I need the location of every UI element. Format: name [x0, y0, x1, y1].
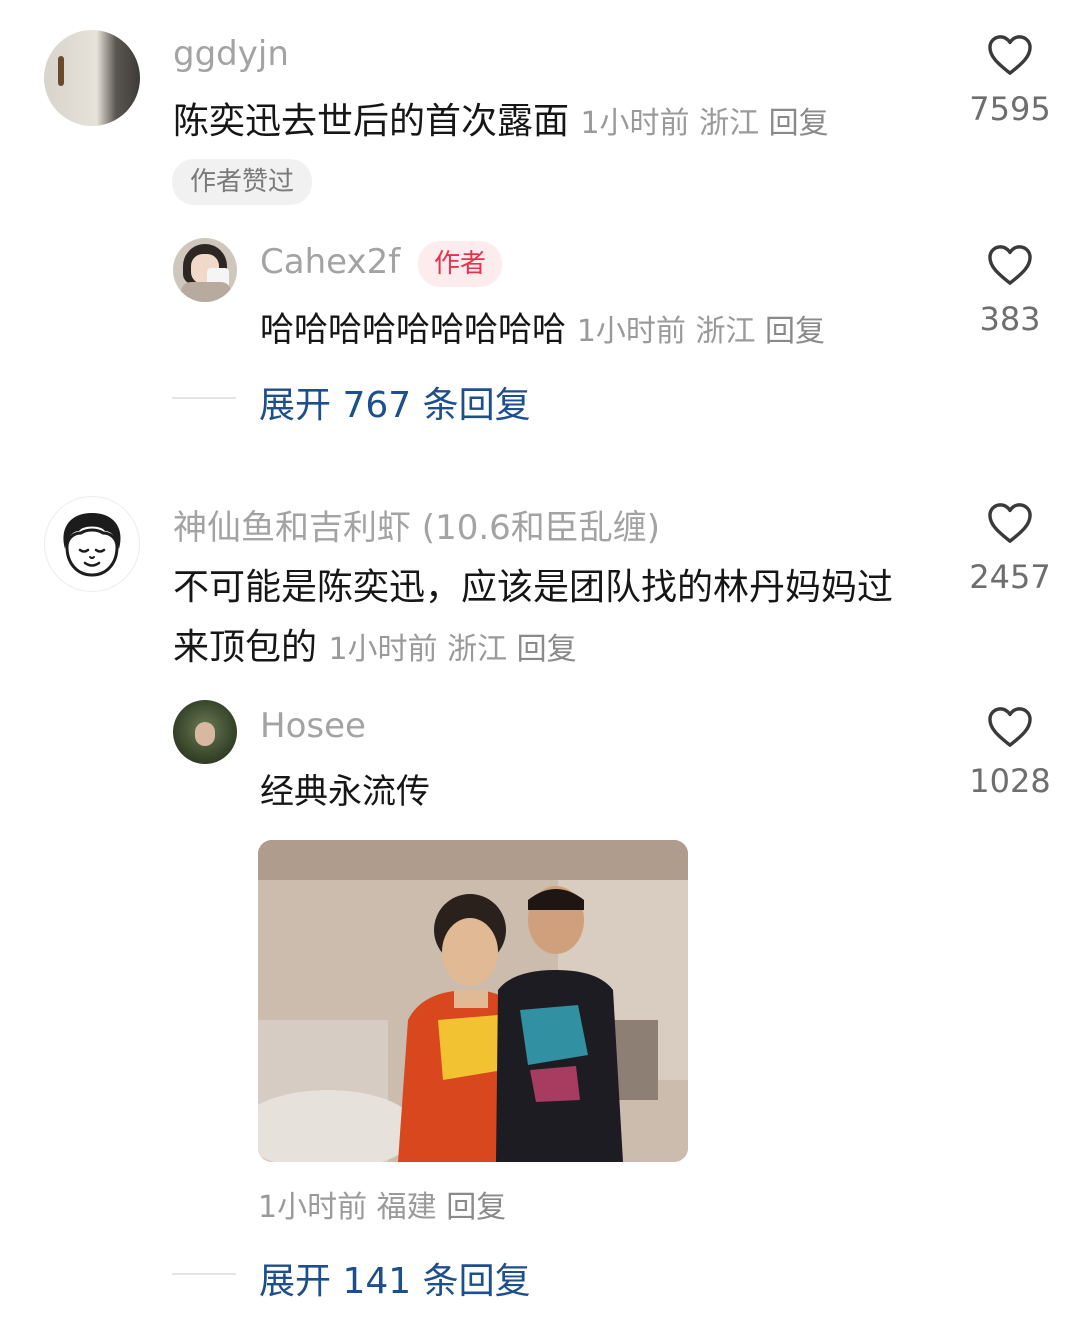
username[interactable]: ggdyjn: [173, 34, 289, 74]
comment-time: 1小时前: [258, 1190, 368, 1225]
avatar[interactable]: [44, 496, 140, 592]
expand-replies-link[interactable]: 展开 767 条回复: [259, 376, 531, 428]
comment-body: 陈奕迅去世后的首次露面: [173, 101, 570, 142]
like-count: 1028: [969, 762, 1051, 800]
comment-meta: 1小时前 浙江 回复: [577, 314, 825, 349]
comment-text-line: 不可能是陈奕迅，应该是团队找的林丹妈妈过: [173, 567, 894, 608]
reply-button[interactable]: 回复: [769, 106, 829, 141]
photo-two-men-icon: [258, 840, 688, 1162]
comment-meta: 1小时前 浙江 回复: [580, 106, 828, 141]
comment-meta: 1小时前 福建 回复: [258, 1182, 506, 1226]
comment-location: 福建: [376, 1190, 437, 1225]
like-button[interactable]: 2457: [960, 502, 1060, 596]
avatar[interactable]: [44, 30, 140, 126]
heart-outline-icon: [988, 35, 1032, 75]
avatar[interactable]: [173, 238, 237, 302]
like-button[interactable]: 7595: [960, 34, 1060, 128]
comment-text: 来顶包的 1小时前 浙江 回复: [173, 618, 577, 670]
username[interactable]: Cahex2f: [260, 242, 400, 282]
reply-button[interactable]: 回复: [517, 632, 577, 667]
divider-line: [172, 397, 236, 399]
avatar-figure: [58, 56, 64, 86]
author-badge: 作者: [418, 241, 503, 287]
divider-line: [172, 1273, 236, 1275]
expand-replies-link[interactable]: 展开 141 条回复: [259, 1252, 531, 1304]
like-count: 7595: [969, 90, 1051, 128]
heart-outline-icon: [988, 707, 1032, 747]
author-liked-badge: 作者赞过: [172, 159, 313, 205]
comment-time: 1小时前: [580, 106, 690, 141]
comment-time: 1小时前: [576, 314, 686, 349]
comment-location: 浙江: [695, 314, 756, 349]
username[interactable]: 神仙鱼和吉利虾 (10.6和臣乱缠): [173, 500, 660, 549]
like-count: 2457: [969, 558, 1051, 596]
comment-meta: 1小时前 浙江 回复: [328, 632, 576, 667]
like-button[interactable]: 383: [960, 244, 1060, 338]
like-count: 383: [979, 300, 1041, 338]
username[interactable]: Hosee: [260, 706, 366, 746]
comment-time: 1小时前: [328, 632, 438, 667]
comment-body: 哈哈哈哈哈哈哈哈哈: [260, 310, 566, 350]
like-button[interactable]: 1028: [960, 706, 1060, 800]
comment-text: 哈哈哈哈哈哈哈哈哈 1小时前 浙江 回复: [260, 302, 825, 351]
comment-text: 陈奕迅去世后的首次露面 1小时前 浙江 回复: [173, 92, 829, 144]
reply-photo[interactable]: [258, 840, 688, 1162]
comment-body: 来顶包的: [173, 627, 318, 668]
reply-button[interactable]: 回复: [446, 1190, 506, 1225]
heart-outline-icon: [988, 503, 1032, 543]
reply-button[interactable]: 回复: [765, 314, 825, 349]
avatar[interactable]: [173, 700, 237, 764]
heart-outline-icon: [988, 245, 1032, 285]
cartoon-face-icon: [63, 513, 121, 577]
comment-location: 浙江: [447, 632, 508, 667]
comment-body: 经典永流传: [260, 772, 430, 812]
avatar-body: [181, 282, 231, 302]
comment-location: 浙江: [699, 106, 760, 141]
avatar-face: [195, 722, 215, 746]
